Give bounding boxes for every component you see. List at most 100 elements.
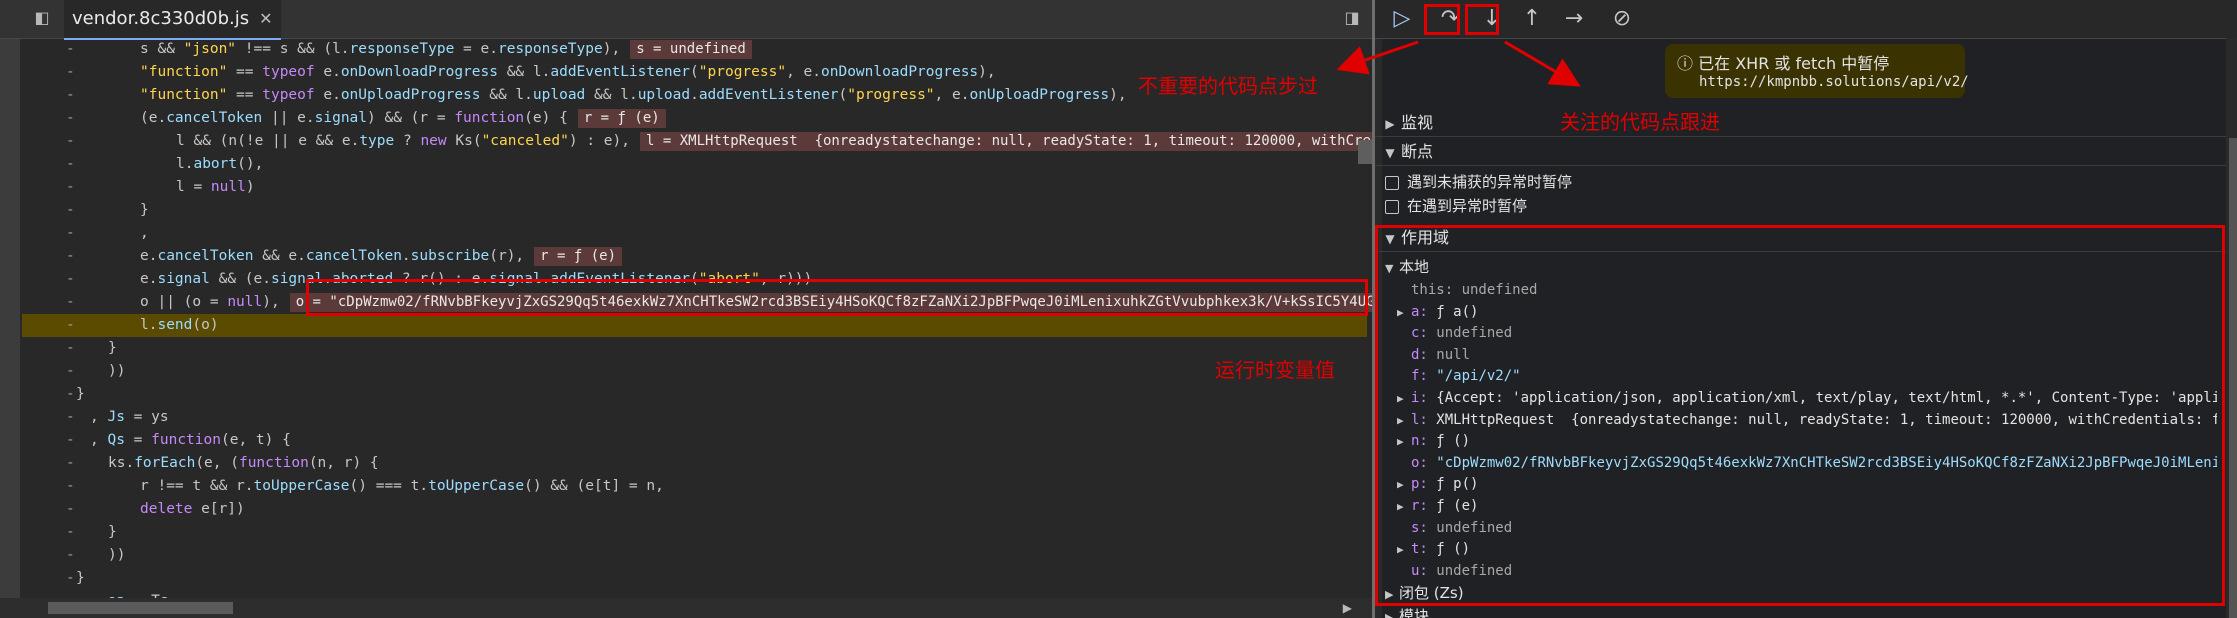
line-marker[interactable]: - [66, 498, 75, 521]
code-text: l.send(o) [140, 317, 219, 333]
code-text: } [108, 524, 117, 540]
code-line[interactable]: -)) [22, 360, 1367, 383]
section-watch[interactable]: ▶ 监视 [1375, 110, 2237, 137]
line-marker[interactable]: - [66, 314, 75, 337]
scroll-right-icon[interactable]: ▶ [1343, 598, 1352, 618]
code-text: } [108, 340, 117, 356]
code-text: , Js = ys [90, 409, 169, 425]
scrollbar-thumb[interactable] [48, 602, 233, 614]
file-tab-label: vendor.8c330d0b.js [72, 8, 250, 29]
step-over-highlight-box [1424, 4, 1460, 35]
annotation-step-over: 不重要的代码点步过 [1138, 74, 1318, 98]
code-line[interactable]: -, Js = ys [22, 406, 1367, 429]
code-text: } [76, 570, 85, 586]
pause-caught-checkbox[interactable]: 在遇到异常时暂停 [1385, 195, 1527, 217]
code-line[interactable]: -} [22, 567, 1367, 590]
paused-url: https://kmpnbb.solutions/api/v2/ [1699, 74, 1969, 90]
paused-notice: ⓘ 已在 XHR 或 fetch 中暂停 https://kmpnbb.solu… [1665, 44, 1969, 98]
deactivate-breakpoints-icon[interactable]: ⊘ [1607, 4, 1637, 34]
code-text: )) [108, 363, 126, 379]
line-marker[interactable]: - [66, 360, 75, 383]
line-marker[interactable]: - [66, 383, 75, 406]
panel-toggle-icon[interactable]: ◨ [1342, 8, 1362, 28]
line-marker[interactable]: - [66, 153, 75, 176]
line-marker[interactable]: - [66, 38, 75, 61]
line-marker[interactable]: - [66, 521, 75, 544]
section-breakpoints[interactable]: ▼ 断点 [1375, 139, 2237, 166]
code-text: , [140, 225, 149, 241]
code-text: "function" == typeof e.onDownloadProgres… [140, 64, 996, 80]
code-text: } [76, 386, 85, 402]
line-gutter [0, 39, 20, 599]
vertical-scrollbar[interactable] [1358, 140, 1372, 164]
code-line[interactable]: -} [22, 521, 1367, 544]
line-marker[interactable]: - [66, 107, 75, 130]
code-line[interactable]: - l && (n(!e || e && e.type ? new Ks("can… [22, 130, 1372, 153]
step-out-icon[interactable]: ↑ [1517, 4, 1547, 34]
code-text: l.abort(), [176, 156, 264, 172]
editor-tab-bar: ◧ vendor.8c330d0b.js ✕ ◨ [0, 0, 1372, 40]
debugger-sidebar: ▷ ↷ ↓ ↑ → ⊘ ⓘ 已在 XHR 或 fetch 中暂停 https:/… [1372, 0, 2237, 618]
code-line[interactable]: - ks.forEach(e, (function(n, r) { [22, 452, 1367, 475]
line-marker[interactable]: - [66, 130, 75, 153]
line-marker[interactable]: - [66, 291, 75, 314]
code-line[interactable]: - s && "json" !== s && (l.responseType = … [22, 38, 1367, 61]
code-line[interactable]: - l = null) [22, 176, 1367, 199]
step-icon[interactable]: → [1559, 4, 1589, 34]
line-marker[interactable]: - [66, 429, 75, 452]
code-line[interactable]: - l.abort(), [22, 153, 1367, 176]
code-text: l && (n(!e || e && e.type ? new Ks("canc… [176, 130, 1372, 153]
debugger-toolbar: ▷ ↷ ↓ ↑ → ⊘ [1375, 0, 2237, 39]
code-line[interactable]: - e.cancelToken && e.cancelToken.subscrib… [22, 245, 1367, 268]
line-marker[interactable]: - [66, 245, 75, 268]
collapse-icon: ▼ [1385, 146, 1395, 160]
code-line[interactable]: - delete e[r]) [22, 498, 1367, 521]
line-marker[interactable]: - [66, 199, 75, 222]
line-marker[interactable]: - [66, 268, 75, 291]
code-text: e.cancelToken && e.cancelToken.subscribe… [140, 245, 623, 268]
code-line[interactable]: - r !== t && r.toUpperCase() === t.toUppe… [22, 475, 1367, 498]
code-line[interactable]: - l.send(o) [22, 314, 1367, 337]
line-marker[interactable]: - [66, 544, 75, 567]
line-marker[interactable]: - [66, 452, 75, 475]
code-line[interactable]: - (e.cancelToken || e.signal) && (r = fun… [22, 107, 1367, 130]
horizontal-scrollbar[interactable]: ▶ [0, 598, 1372, 618]
code-line[interactable]: -} [22, 199, 1367, 222]
code-line[interactable]: -, Qs = function(e, t) { [22, 429, 1367, 452]
code-line[interactable]: -)) [22, 544, 1367, 567]
code-text: )) [108, 547, 126, 563]
annotation-runtime-value: 运行时变量值 [1215, 358, 1335, 382]
runtime-value-highlight-box [306, 279, 1368, 316]
checkbox-icon[interactable] [1385, 199, 1399, 214]
code-line[interactable]: -, [22, 222, 1367, 245]
code-text: l = null) [176, 179, 255, 195]
close-icon[interactable]: ✕ [259, 9, 272, 28]
code-line[interactable]: -} [22, 383, 1367, 406]
line-marker[interactable]: - [66, 337, 75, 360]
line-marker[interactable]: - [66, 176, 75, 199]
sidebar-toggle-icon[interactable]: ◧ [32, 8, 52, 28]
line-marker[interactable]: - [66, 567, 75, 590]
code-text: , Qs = function(e, t) { [90, 432, 291, 448]
paused-title: 已在 XHR 或 fetch 中暂停 [1698, 54, 1890, 73]
code-text: (e.cancelToken || e.signal) && (r = func… [140, 107, 666, 130]
code-text: s && "json" !== s && (l.responseType = e… [140, 38, 752, 61]
pause-uncaught-checkbox[interactable]: 遇到未捕获的异常时暂停 [1385, 171, 1572, 193]
expand-icon: ▶ [1385, 117, 1395, 131]
line-marker[interactable]: - [66, 475, 75, 498]
file-tab[interactable]: vendor.8c330d0b.js ✕ [64, 0, 281, 40]
scope-module[interactable]: ▶ 模块 [1385, 606, 1429, 618]
code-line[interactable]: -} [22, 337, 1367, 360]
code-text: delete e[r]) [140, 501, 245, 517]
code-text: ks.forEach(e, (function(n, r) { [108, 455, 379, 471]
line-marker[interactable]: - [66, 61, 75, 84]
code-text: "function" == typeof e.onUploadProgress … [140, 87, 1127, 103]
resume-icon[interactable]: ▷ [1387, 4, 1417, 34]
sidebar-scrollbar[interactable] [2226, 38, 2237, 618]
line-marker[interactable]: - [66, 406, 75, 429]
line-marker[interactable]: - [66, 84, 75, 107]
source-editor: ◧ vendor.8c330d0b.js ✕ ◨ - s && "json" !==… [0, 0, 1372, 618]
line-marker[interactable]: - [66, 222, 75, 245]
scrollbar-thumb[interactable] [2229, 138, 2237, 618]
checkbox-icon[interactable] [1385, 175, 1399, 190]
